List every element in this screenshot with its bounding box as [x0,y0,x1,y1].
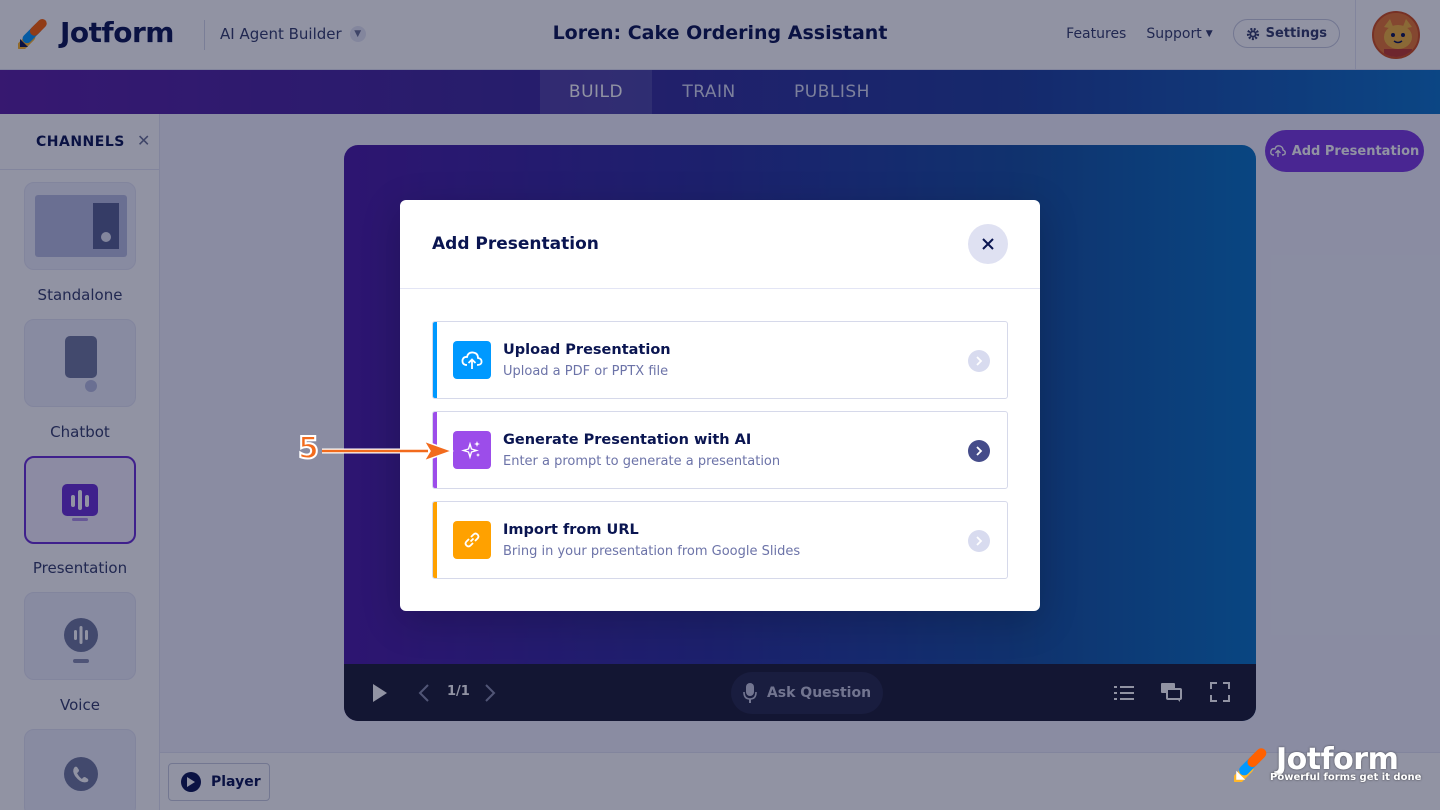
modal-header: Add Presentation [400,200,1040,289]
watermark-tagline: Powerful forms get it done [1270,772,1422,783]
option-title: Generate Presentation with AI [503,432,752,448]
chevron-right-icon [968,440,990,462]
option-subtitle: Enter a prompt to generate a presentatio… [503,454,781,469]
close-modal-button[interactable] [968,224,1008,264]
cloud-upload-icon [453,341,491,379]
option-accent [433,502,437,578]
option-title: Import from URL [503,522,639,538]
generate-with-ai-option[interactable]: Generate Presentation with AI Enter a pr… [432,411,1008,489]
modal-title: Add Presentation [432,234,599,254]
option-subtitle: Upload a PDF or PPTX file [503,364,669,379]
option-subtitle: Bring in your presentation from Google S… [503,544,801,559]
add-presentation-modal: Add Presentation Upload Presentation Upl… [400,200,1040,611]
jotform-logo-icon [1234,748,1267,782]
upload-presentation-option[interactable]: Upload Presentation Upload a PDF or PPTX… [432,321,1008,399]
sparkles-icon [453,431,491,469]
step-number-annotation: 5 [297,430,320,467]
option-title: Upload Presentation [503,342,671,358]
jotform-watermark: Jotform Powerful forms get it done [1234,742,1421,790]
chevron-right-icon [968,350,990,372]
close-icon [982,238,994,250]
import-from-url-option[interactable]: Import from URL Bring in your presentati… [432,501,1008,579]
annotation-arrow-icon [322,439,455,463]
link-icon [453,521,491,559]
chevron-right-icon [968,530,990,552]
option-accent [433,322,437,398]
